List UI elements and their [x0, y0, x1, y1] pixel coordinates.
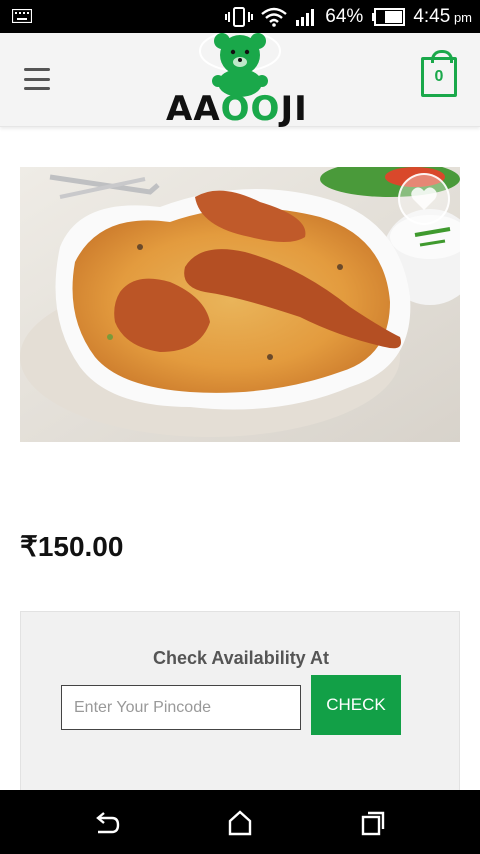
biryani-photo [20, 167, 460, 442]
product-price: ₹150.00 [20, 531, 124, 562]
brand-text-3: JI [280, 89, 308, 129]
clock-ampm: pm [453, 9, 472, 25]
cart-count: 0 [434, 68, 444, 85]
availability-title: Check Availability At [152, 648, 330, 668]
back-icon[interactable] [92, 808, 122, 838]
system-nav-bar [0, 790, 480, 854]
brand-logo[interactable]: AAOOJI [160, 33, 320, 129]
brand-text-1: AA [166, 89, 221, 129]
clock-time: 4:45 [413, 5, 451, 27]
status-bar: 64% 4:45 pm [0, 0, 480, 33]
battery-percent: 64% [325, 5, 364, 27]
app-header: AAOOJI 0 [0, 33, 480, 129]
pincode-input[interactable] [61, 685, 301, 730]
menu-icon[interactable] [24, 68, 50, 90]
keyboard-icon [12, 9, 32, 23]
availability-panel: Check Availability At CHECK [20, 611, 460, 811]
cart-icon[interactable]: 0 [421, 50, 457, 97]
home-icon[interactable] [225, 808, 255, 838]
wifi-icon [261, 7, 288, 27]
brand-wordmark: AAOOJI [166, 89, 308, 129]
recents-icon[interactable] [358, 808, 388, 838]
check-button[interactable]: CHECK [311, 675, 401, 735]
wishlist-heart-icon[interactable] [398, 173, 450, 225]
vibrate-icon [225, 6, 254, 27]
brand-text-2: OO [220, 89, 281, 129]
battery-icon [372, 7, 406, 26]
clock: 4:45 pm [413, 6, 472, 28]
signal-icon [296, 8, 315, 26]
